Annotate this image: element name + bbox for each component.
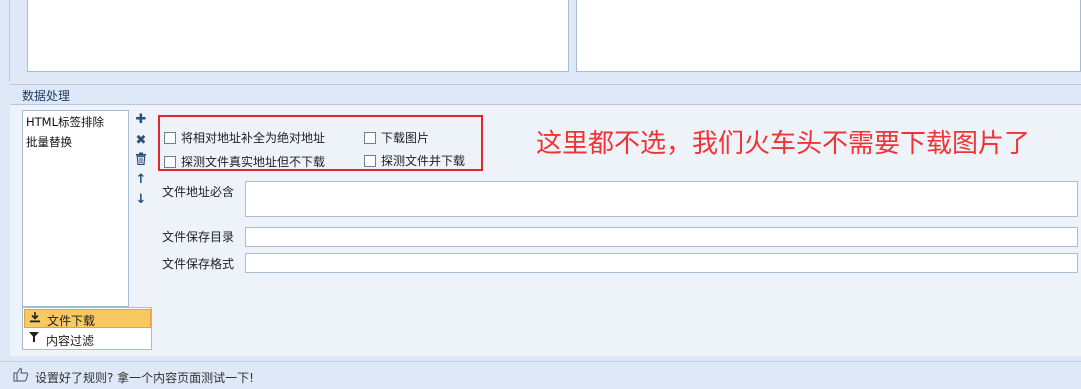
checkbox-download-images[interactable]: 下载图片 <box>364 129 429 146</box>
save-format-label: 文件保存格式 <box>162 257 235 271</box>
top-right-pane[interactable] <box>576 0 1081 72</box>
rule-item-batch-replace[interactable]: 批量替换 <box>26 134 72 150</box>
save-dir-input[interactable] <box>245 227 1078 247</box>
arrow-up-icon[interactable]: ↑ <box>134 172 148 188</box>
checkbox-detect-real-url[interactable]: 探测文件真实地址但不下载 <box>164 153 325 170</box>
status-text[interactable]: 设置好了规则? 拿一个内容页面测试一下! <box>35 369 254 386</box>
save-format-input[interactable] <box>245 253 1078 273</box>
left-splitter[interactable] <box>0 0 10 82</box>
annotation-text: 这里都不选，我们火车头不需要下载图片了 <box>536 129 1031 159</box>
section-title: 数据处理 <box>22 89 71 103</box>
url-must-contain-label: 文件地址必含 <box>162 185 235 199</box>
section-header <box>10 84 1081 104</box>
thumbs-up-icon <box>13 367 29 386</box>
plus-icon[interactable]: ✚ <box>134 112 148 128</box>
checkbox-detect-and-download[interactable]: 探测文件并下载 <box>364 152 465 169</box>
checkbox-label: 将相对地址补全为绝对地址 <box>181 131 326 145</box>
arrow-down-icon[interactable]: ↓ <box>134 192 148 208</box>
close-icon[interactable]: ✖ <box>134 133 148 149</box>
processing-tabs: 文件下载 内容过滤 <box>22 307 152 350</box>
checkbox-box[interactable] <box>364 131 376 144</box>
checkbox-box[interactable] <box>364 154 376 167</box>
checkbox-label: 下载图片 <box>381 131 430 145</box>
checkbox-complete-relative-url[interactable]: 将相对地址补全为绝对地址 <box>164 129 325 146</box>
checkbox-label: 探测文件真实地址但不下载 <box>181 155 326 169</box>
tab-file-download-label: 文件下载 <box>47 314 96 328</box>
rule-list[interactable]: HTML标签排除 批量替换 <box>22 110 129 307</box>
top-left-pane[interactable] <box>27 0 569 72</box>
checkbox-box[interactable] <box>164 155 176 168</box>
save-dir-label: 文件保存目录 <box>162 230 235 244</box>
rule-item-html-exclude[interactable]: HTML标签排除 <box>26 114 104 130</box>
download-icon <box>29 311 41 326</box>
checkbox-box[interactable] <box>164 131 176 144</box>
tab-file-download[interactable]: 文件下载 <box>24 309 151 328</box>
tab-content-filter-label: 内容过滤 <box>46 334 95 348</box>
checkbox-label: 探测文件并下载 <box>381 154 466 168</box>
url-must-contain-input[interactable] <box>245 181 1078 217</box>
filter-icon <box>28 331 40 346</box>
trash-icon[interactable] <box>134 152 148 168</box>
tab-content-filter[interactable]: 内容过滤 <box>24 330 151 349</box>
